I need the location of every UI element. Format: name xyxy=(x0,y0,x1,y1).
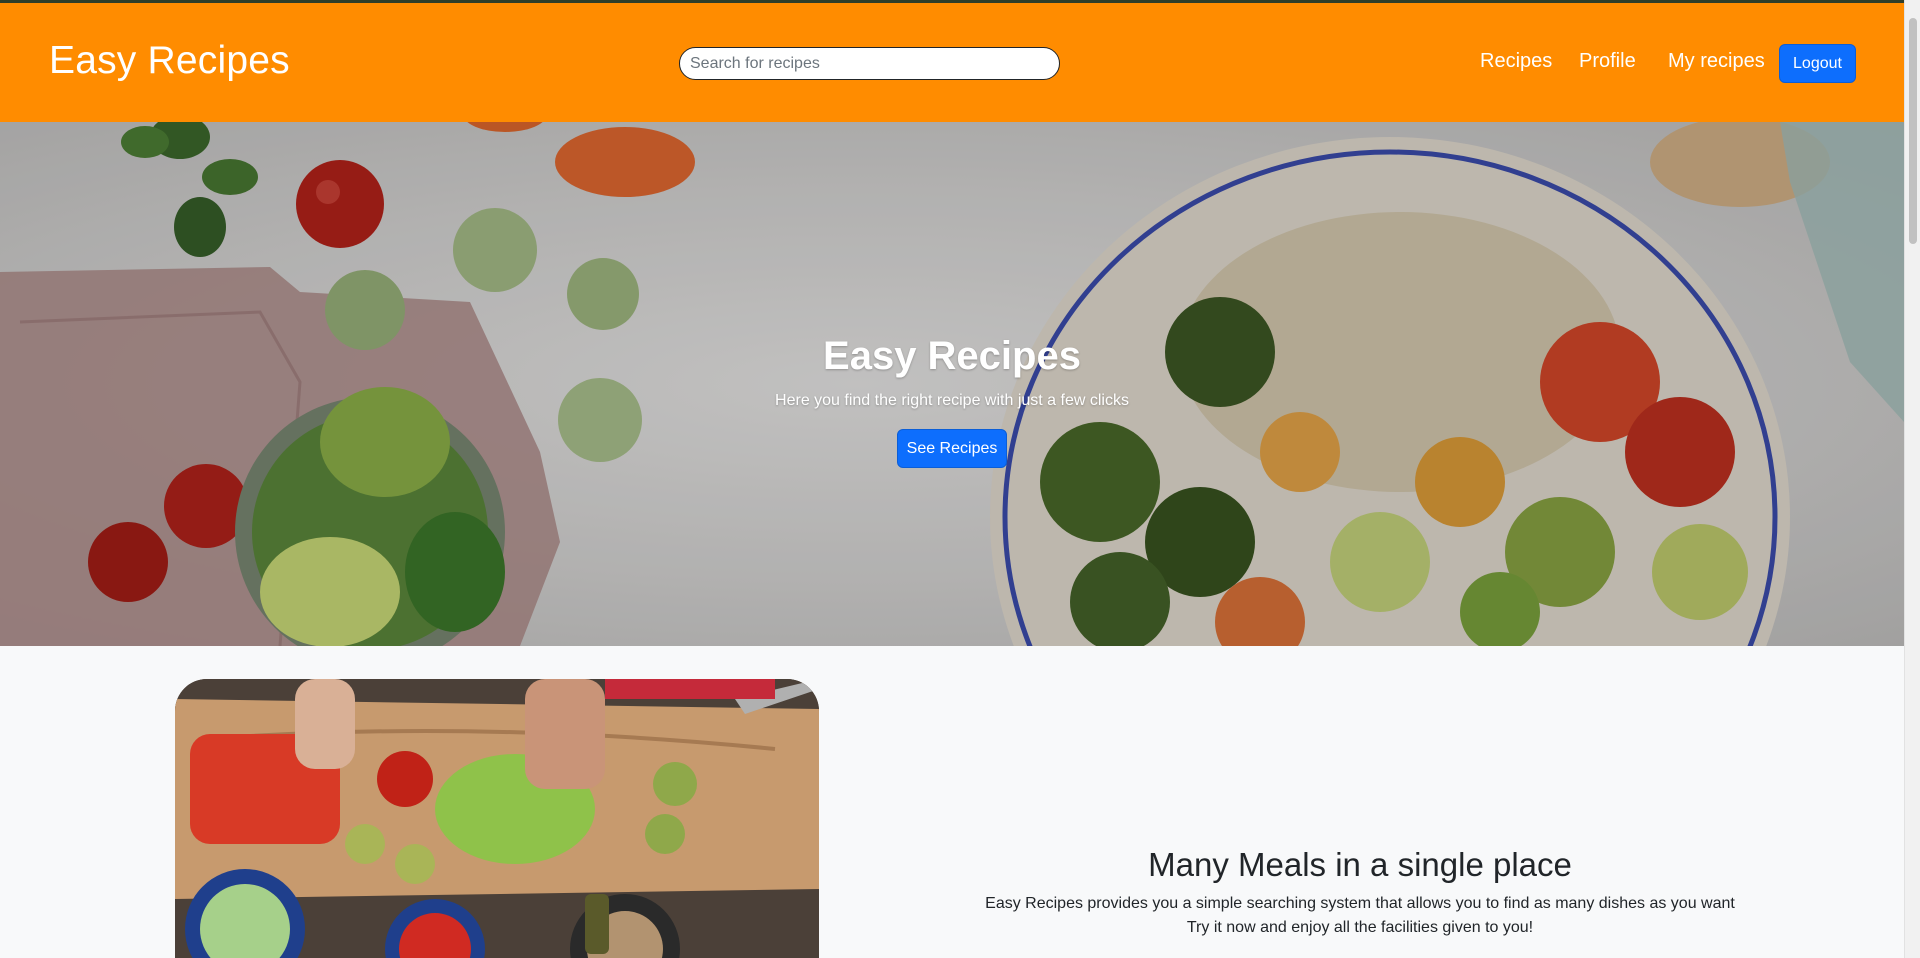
nav-link-recipes[interactable]: Recipes xyxy=(1480,50,1552,73)
scrollbar-thumb[interactable] xyxy=(1909,18,1917,244)
brand-logo[interactable]: Easy Recipes xyxy=(49,39,290,83)
logout-button[interactable]: Logout xyxy=(1779,44,1856,83)
hero-overlay xyxy=(0,122,1904,646)
feature-title: Many Meals in a single place xyxy=(1148,846,1572,883)
nav-link-profile[interactable]: Profile xyxy=(1579,50,1636,73)
search-input[interactable] xyxy=(679,47,1060,80)
navbar: Easy Recipes Recipes Profile My recipes … xyxy=(0,3,1904,122)
see-recipes-button[interactable]: See Recipes xyxy=(897,429,1007,468)
hero-subtitle: Here you find the right recipe with just… xyxy=(775,392,1129,409)
page-scrollbar[interactable] xyxy=(1904,0,1920,958)
feature-image xyxy=(175,679,819,958)
hero-title: Easy Recipes xyxy=(823,334,1081,378)
feature-description: Easy Recipes provides you a simple searc… xyxy=(985,895,1735,912)
cooking-table-image xyxy=(175,679,819,958)
hero-section: Easy Recipes Here you find the right rec… xyxy=(0,122,1904,646)
feature-call-to-action: Try it now and enjoy all the facilities … xyxy=(1186,919,1534,936)
nav-link-my-recipes[interactable]: My recipes xyxy=(1668,50,1765,73)
